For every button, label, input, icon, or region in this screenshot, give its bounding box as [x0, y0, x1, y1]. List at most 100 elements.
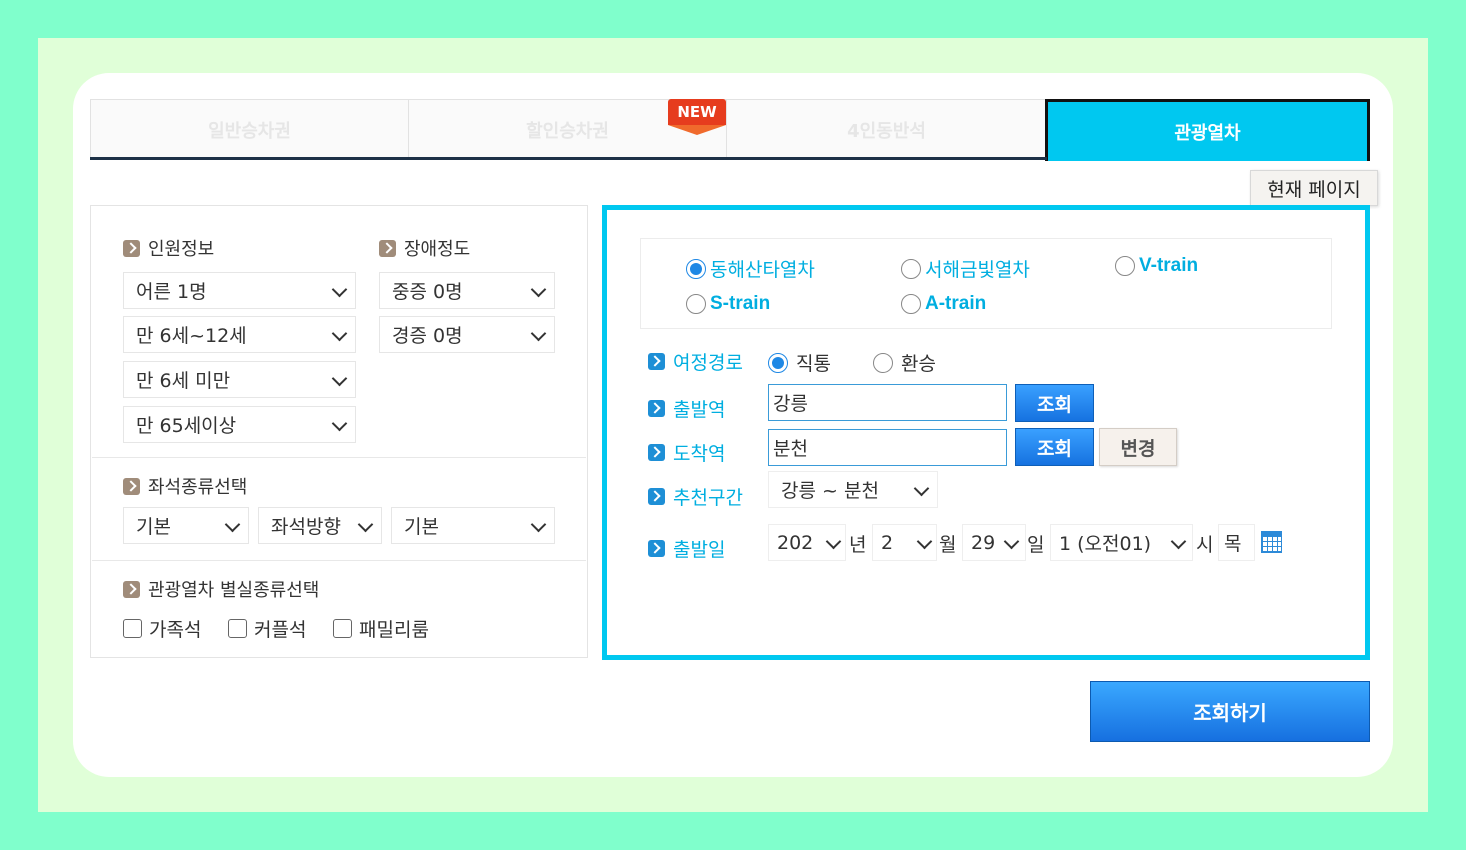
seat-type-label: 좌석종류선택	[148, 477, 248, 498]
date-label: 출발일	[648, 535, 725, 562]
year-value: 202	[777, 531, 814, 554]
route-direct-label: 직통	[796, 353, 831, 375]
arrow-icon	[648, 444, 665, 461]
day-value: 29	[971, 531, 996, 554]
train-label: 동해산타열차	[710, 259, 815, 281]
arrival-station-input[interactable]: 분천	[768, 429, 1007, 466]
chevron-down-icon	[331, 370, 348, 387]
new-badge: NEW	[668, 99, 726, 135]
tab-tourist-train[interactable]: 관광열차	[1045, 99, 1370, 161]
train-label: A-train	[925, 293, 987, 314]
recommend-label-text: 추천구간	[673, 487, 743, 509]
departure-search-button[interactable]: 조회	[1015, 384, 1094, 422]
train-label: S-train	[710, 293, 771, 314]
train-radio-v-train[interactable]: V-train	[1115, 255, 1198, 277]
year-select[interactable]: 202	[768, 524, 846, 561]
hour-unit: 시	[1196, 534, 1214, 556]
tab-general-ticket[interactable]: 일반승차권	[90, 99, 409, 160]
month-value: 2	[881, 531, 894, 554]
chevron-down-icon	[331, 325, 348, 342]
chevron-down-icon	[331, 281, 348, 298]
search-trains-button[interactable]: 조회하기	[1090, 681, 1370, 742]
radio-unselected[interactable]	[901, 258, 921, 279]
radio-unselected[interactable]	[873, 352, 893, 373]
tab-underline	[90, 157, 1047, 160]
disability-label: 장애정도	[404, 239, 471, 260]
arrow-icon	[648, 488, 665, 505]
chevron-down-icon	[916, 533, 933, 550]
day-select[interactable]: 29	[962, 524, 1026, 561]
route-label: 여정경로	[648, 348, 743, 375]
mild-disability-value: 경증 0명	[392, 325, 463, 347]
seat-direction-select[interactable]: 좌석방향	[258, 507, 382, 544]
infant-count-value: 만 6세 미만	[136, 370, 231, 392]
arrival-search-button[interactable]: 조회	[1015, 428, 1094, 466]
recommend-route-value: 강릉 ~ 분천	[781, 480, 879, 502]
recommend-label: 추천구간	[648, 483, 743, 510]
route-direct-radio[interactable]: 직통	[768, 349, 831, 376]
tab-four-companion-seat[interactable]: 4인동반석	[726, 99, 1047, 160]
arrow-icon	[123, 239, 140, 257]
route-label-text: 여정경로	[673, 352, 743, 374]
adult-count-select[interactable]: 어른 1명	[123, 272, 356, 309]
month-unit: 월	[939, 534, 957, 556]
checkbox-box[interactable]	[333, 619, 352, 638]
radio-unselected[interactable]	[901, 294, 921, 314]
train-select-box	[640, 238, 1332, 329]
recommend-route-select[interactable]: 강릉 ~ 분천	[768, 471, 938, 508]
seat-direction-value: 좌석방향	[271, 516, 341, 538]
adult-count-value: 어른 1명	[136, 281, 207, 303]
senior-count-value: 만 65세이상	[136, 415, 237, 437]
swap-stations-button[interactable]: 변경	[1099, 428, 1177, 466]
hour-select[interactable]: 1 (오전01)	[1050, 524, 1193, 561]
severe-disability-select[interactable]: 중증 0명	[379, 272, 555, 309]
seat-position-select[interactable]: 기본	[391, 507, 555, 544]
disability-title: 장애정도	[379, 235, 470, 261]
seat-type-title: 좌석종류선택	[123, 473, 247, 499]
room-type-label: 관광열차 별실종류선택	[148, 580, 320, 601]
chevron-down-icon	[1003, 533, 1020, 550]
family-seat-checkbox[interactable]: 가족석	[123, 615, 201, 642]
radio-unselected[interactable]	[686, 294, 706, 314]
departure-station-input[interactable]: 강릉	[768, 384, 1007, 421]
arrow-icon	[123, 477, 140, 495]
seat-class-select[interactable]: 기본	[123, 507, 249, 544]
route-transfer-label: 환승	[901, 353, 936, 375]
arrow-icon	[648, 353, 665, 370]
train-radio-a-train[interactable]: A-train	[901, 293, 986, 315]
radio-unselected[interactable]	[1115, 256, 1135, 276]
senior-count-select[interactable]: 만 65세이상	[123, 406, 356, 443]
family-room-checkbox[interactable]: 패밀리룸	[333, 615, 429, 642]
month-select[interactable]: 2	[872, 524, 937, 561]
infant-count-select[interactable]: 만 6세 미만	[123, 361, 356, 398]
section-divider	[92, 560, 586, 561]
checkbox-box[interactable]	[123, 619, 142, 638]
passenger-info-title: 인원정보	[123, 235, 214, 261]
room-type-title: 관광열차 별실종류선택	[123, 576, 319, 602]
departure-label-text: 출발역	[673, 399, 726, 421]
chevron-down-icon	[530, 325, 547, 342]
new-badge-arrow	[668, 125, 726, 135]
chevron-down-icon	[1170, 533, 1187, 550]
chevron-down-icon	[913, 480, 930, 497]
calendar-icon[interactable]	[1261, 531, 1282, 553]
radio-selected[interactable]	[686, 258, 706, 279]
arrival-label-text: 도착역	[673, 443, 726, 465]
arrow-icon	[123, 580, 140, 598]
severe-disability-value: 중증 0명	[392, 281, 463, 303]
seat-position-value: 기본	[404, 516, 439, 538]
chevron-down-icon	[825, 533, 842, 550]
couple-seat-checkbox[interactable]: 커플석	[228, 615, 306, 642]
route-transfer-radio[interactable]: 환승	[873, 349, 936, 376]
year-unit: 년	[849, 534, 867, 556]
section-divider	[92, 457, 586, 458]
chevron-down-icon	[331, 415, 348, 432]
child-count-select[interactable]: 만 6세~12세	[123, 316, 356, 353]
train-radio-donghae-santa[interactable]: 동해산타열차	[686, 255, 815, 282]
train-radio-s-train[interactable]: S-train	[686, 293, 770, 315]
mild-disability-select[interactable]: 경증 0명	[379, 316, 555, 353]
radio-selected[interactable]	[768, 352, 788, 373]
train-radio-seohae-geumbit[interactable]: 서해금빛열차	[901, 255, 1030, 282]
child-count-value: 만 6세~12세	[136, 325, 247, 347]
checkbox-box[interactable]	[228, 619, 247, 638]
